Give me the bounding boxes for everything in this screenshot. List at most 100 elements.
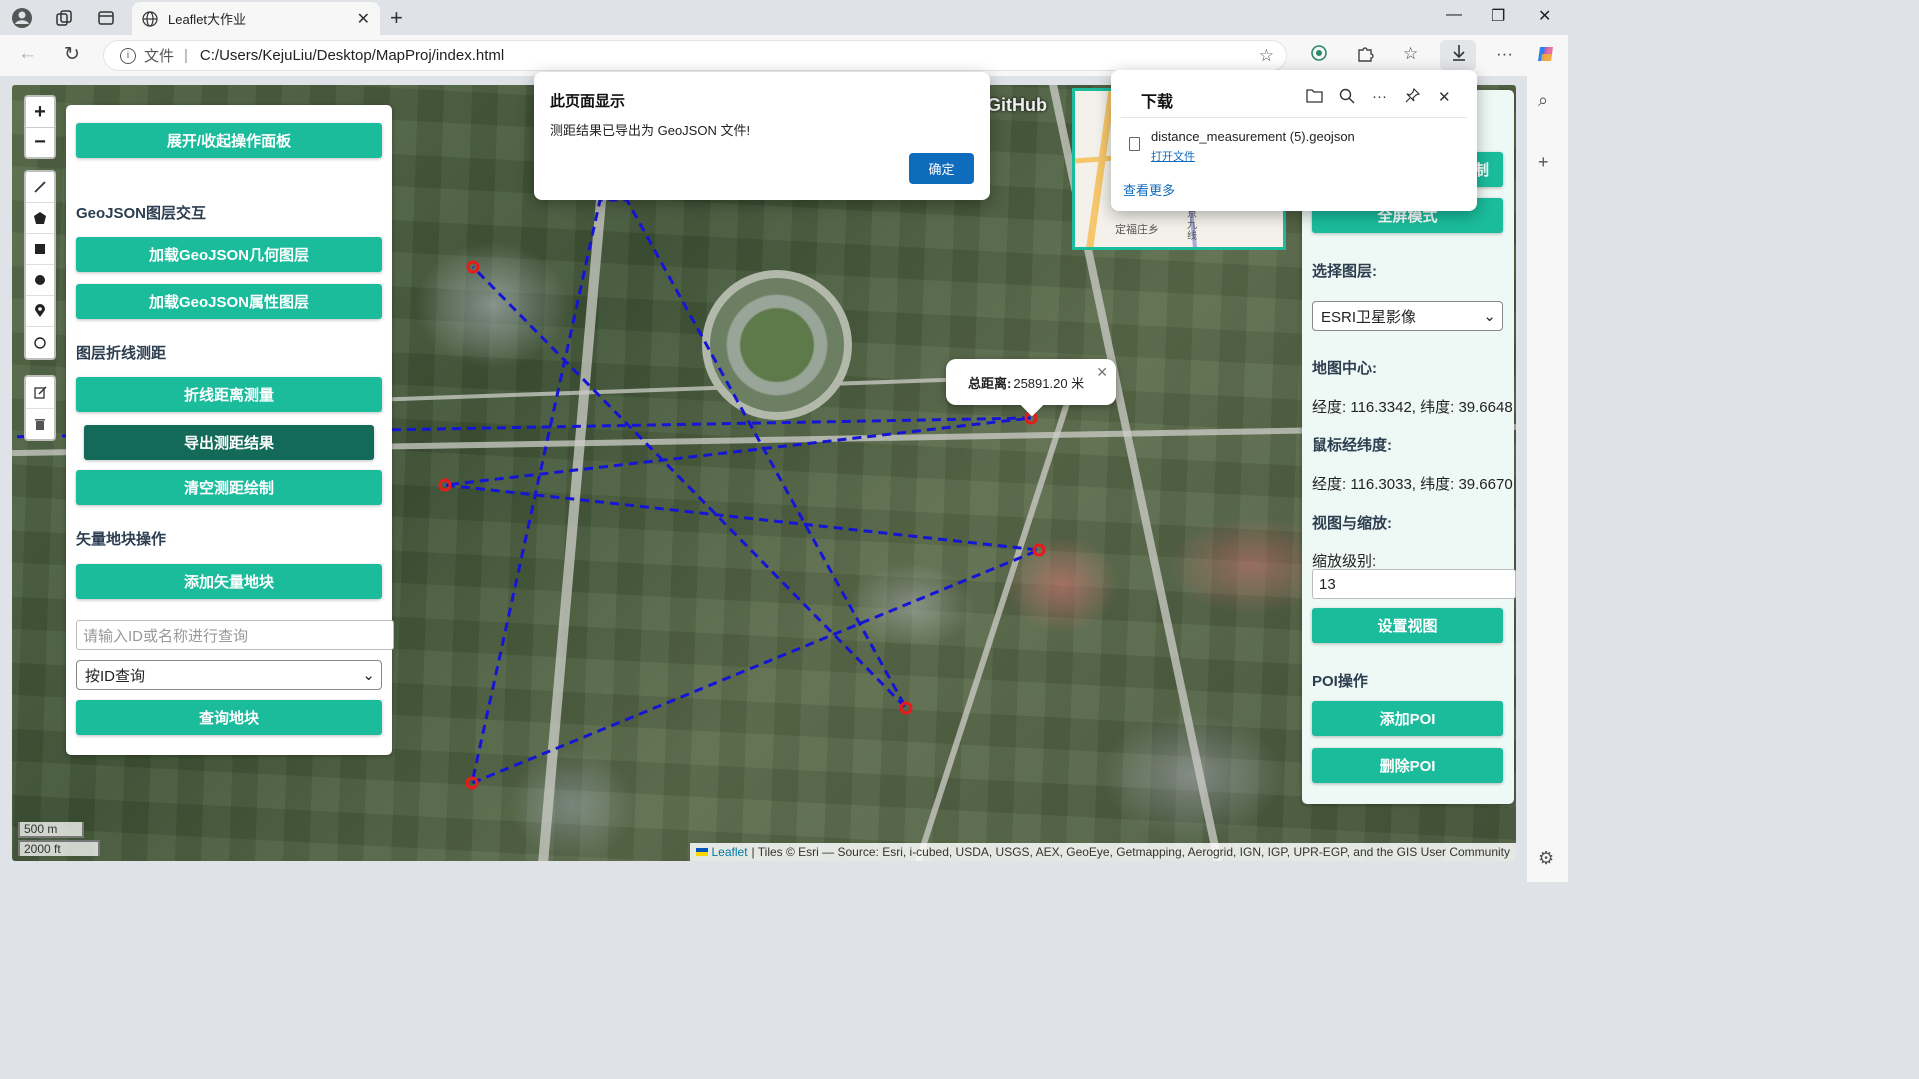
draw-rectangle-icon[interactable] — [26, 234, 54, 265]
attribution-text: | Tiles © Esri — Source: Esri, i-cubed, … — [751, 845, 1510, 859]
tab-title: Leaflet大作业 — [168, 12, 247, 27]
query-parcel-button[interactable]: 查询地块 — [76, 700, 382, 735]
polyline-measure-button[interactable]: 折线距离测量 — [76, 377, 382, 412]
extension-icon[interactable] — [1310, 44, 1328, 67]
github-link[interactable]: GitHub — [987, 95, 1047, 116]
alert-dialog: 此页面显示 测距结果已导出为 GeoJSON 文件! 确定 — [534, 72, 990, 200]
search-downloads-icon[interactable] — [1339, 88, 1355, 108]
draw-circlemarker-icon[interactable] — [26, 327, 54, 358]
draw-polygon-icon[interactable] — [26, 203, 54, 234]
draw-polyline-icon[interactable] — [26, 172, 54, 203]
browser-side-rail: ⌕ + ⚙ — [1527, 76, 1568, 882]
measurement-vertex[interactable] — [899, 701, 913, 715]
map-center-value: 经度: 116.3342, 纬度: 39.6648 — [1312, 399, 1513, 416]
mouse-coord-value: 经度: 116.3033, 纬度: 39.6670 — [1312, 476, 1513, 493]
draw-circle-icon[interactable] — [26, 265, 54, 296]
map-center-label: 地图中心: — [1312, 360, 1377, 377]
open-file-link[interactable]: 打开文件 — [1151, 148, 1195, 164]
search-icon[interactable]: ⌕ — [1538, 90, 1548, 111]
measure-section-title: 图层折线测距 — [76, 345, 167, 362]
chevron-down-icon: ⌄ — [362, 667, 375, 684]
layer-select-label: 选择图层: — [1312, 263, 1377, 280]
scale-metric: 500 m — [18, 822, 84, 838]
url-text: C:/Users/KejuLiu/Desktop/MapProj/index.h… — [199, 47, 505, 64]
open-folder-icon[interactable] — [1306, 88, 1323, 107]
favorite-star-icon[interactable]: ☆ — [1259, 46, 1274, 66]
layer-select-value: ESRI卫星影像 — [1321, 308, 1417, 326]
measurement-vertex[interactable] — [465, 776, 479, 790]
more-options-icon[interactable]: ··· — [1372, 88, 1387, 105]
settings-icon[interactable]: ⚙ — [1538, 848, 1554, 869]
tab-actions-icon[interactable] — [94, 6, 118, 30]
info-icon[interactable]: i — [120, 47, 136, 64]
active-tab[interactable]: Leaflet大作业 ✕ — [132, 2, 380, 35]
zoom-out-button[interactable]: − — [26, 127, 54, 157]
load-geometry-layer-button[interactable]: 加载GeoJSON几何图层 — [76, 237, 382, 272]
scale-imperial: 2000 ft — [18, 840, 100, 856]
downloads-flyout: 下载 ··· ✕ distance_measurement (5).geojso… — [1111, 70, 1477, 211]
refresh-icon[interactable]: ↻ — [64, 43, 80, 66]
minimize-icon[interactable]: — — [1446, 6, 1462, 24]
add-poi-button[interactable]: 添加POI — [1312, 701, 1503, 736]
alert-ok-button[interactable]: 确定 — [909, 153, 974, 184]
geojson-section-title: GeoJSON图层交互 — [76, 205, 207, 222]
measurement-vertex[interactable] — [1032, 543, 1046, 557]
profile-icon[interactable] — [10, 6, 34, 30]
parcel-query-input[interactable]: 请输入ID或名称进行查询 — [76, 620, 394, 650]
workspaces-icon[interactable] — [52, 6, 76, 30]
zoom-control: + − — [24, 95, 56, 159]
leaflet-link[interactable]: Leaflet — [712, 845, 748, 859]
zoom-level-input[interactable]: 13 — [1312, 569, 1516, 599]
query-mode-select[interactable]: 按ID查询 ⌄ — [76, 660, 382, 690]
map-attribution: Leaflet | Tiles © Esri — Source: Esri, i… — [689, 843, 1516, 861]
extensions-puzzle-icon[interactable] — [1356, 44, 1374, 67]
delete-poi-button[interactable]: 删除POI — [1312, 748, 1503, 783]
clear-measurement-button[interactable]: 清空测距绘制 — [76, 470, 382, 505]
delete-layers-icon[interactable] — [26, 408, 54, 439]
popup-label: 总距离: — [968, 375, 1012, 391]
close-window-icon[interactable]: ✕ — [1538, 6, 1551, 26]
set-view-button[interactable]: 设置视图 — [1312, 608, 1503, 643]
measurement-vertex[interactable] — [438, 478, 452, 492]
add-parcel-button[interactable]: 添加矢量地块 — [76, 564, 382, 599]
new-tab-icon[interactable]: + — [390, 5, 403, 31]
browser-tab-bar: Leaflet大作业 ✕ + — ❐ ✕ — [0, 0, 1568, 35]
close-icon[interactable]: ✕ — [1438, 88, 1451, 106]
copilot-icon[interactable] — [1536, 44, 1556, 69]
draw-marker-icon[interactable] — [26, 296, 54, 327]
close-icon[interactable]: ✕ — [1096, 364, 1108, 381]
maximize-icon[interactable]: ❐ — [1491, 6, 1505, 26]
downloads-title: 下载 — [1141, 94, 1174, 111]
vector-section-title: 矢量地块操作 — [76, 531, 167, 548]
ukraine-flag-icon — [695, 848, 708, 856]
poi-section-title: POI操作 — [1312, 673, 1368, 690]
chevron-down-icon: ⌄ — [1483, 308, 1496, 325]
download-file-name[interactable]: distance_measurement (5).geojson — [1151, 129, 1355, 144]
download-icon[interactable] — [1451, 44, 1467, 67]
more-menu-icon[interactable]: ··· — [1496, 44, 1513, 64]
query-mode-value: 按ID查询 — [85, 667, 146, 685]
favorites-icon[interactable]: ☆ — [1403, 44, 1418, 64]
left-operation-panel: 展开/收起操作面板 GeoJSON图层交互 加载GeoJSON几何图层 加载Ge… — [66, 105, 394, 755]
minimap-label: 定福庄乡 — [1115, 224, 1159, 236]
alert-message: 测距结果已导出为 GeoJSON 文件! — [550, 123, 751, 138]
zoom-in-button[interactable]: + — [26, 97, 54, 127]
back-icon[interactable]: ← — [18, 43, 37, 65]
address-separator: | — [184, 47, 188, 64]
alert-title: 此页面显示 — [550, 93, 626, 110]
close-tab-icon[interactable]: ✕ — [357, 9, 370, 29]
toggle-panel-button[interactable]: 展开/收起操作面板 — [76, 123, 382, 158]
layer-select[interactable]: ESRI卫星影像 ⌄ — [1312, 301, 1503, 331]
load-attribute-layer-button[interactable]: 加载GeoJSON属性图层 — [76, 284, 382, 319]
edit-layers-icon[interactable] — [26, 377, 54, 408]
export-measurement-button[interactable]: 导出测距结果 — [84, 425, 374, 460]
protocol-label: 文件 — [144, 48, 175, 65]
mouse-coord-label: 鼠标经纬度: — [1312, 437, 1392, 454]
add-icon[interactable]: + — [1538, 152, 1549, 173]
popup-value: 25891.20 米 — [1013, 375, 1085, 391]
see-more-link[interactable]: 查看更多 — [1123, 180, 1175, 199]
view-section-title: 视图与缩放: — [1312, 515, 1392, 532]
address-bar[interactable]: i 文件 | C:/Users/KejuLiu/Desktop/MapProj/… — [103, 40, 1287, 71]
pin-icon[interactable] — [1405, 87, 1421, 107]
zoom-level-label: 缩放级别: — [1312, 553, 1377, 570]
